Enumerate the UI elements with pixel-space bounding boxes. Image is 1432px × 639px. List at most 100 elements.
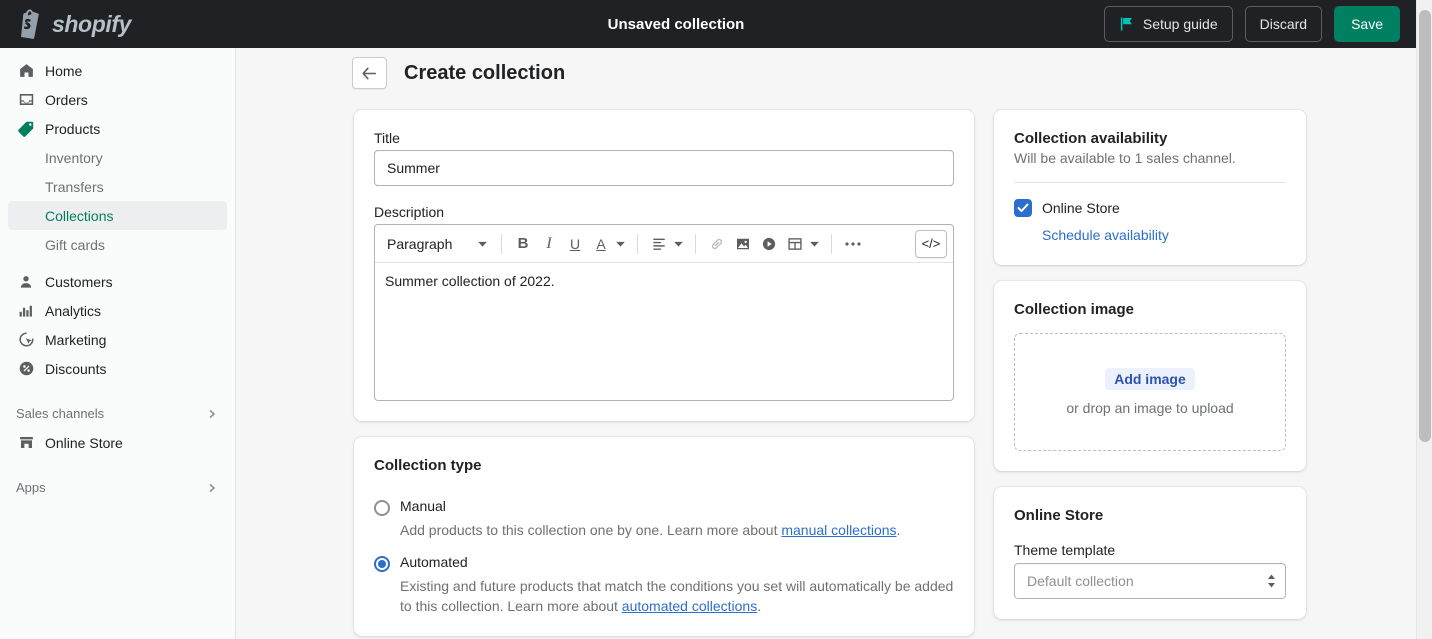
manual-label: Manual [400,498,446,514]
sidebar-sub-label: Gift cards [45,236,105,253]
sidebar-item-marketing[interactable]: Marketing [8,325,227,354]
italic-button[interactable]: I [536,230,562,258]
back-button[interactable] [352,57,387,89]
sidebar-item-online-store[interactable]: Online Store [8,428,227,457]
shopify-logo[interactable]: shopify [0,0,236,48]
manual-help-text: Add products to this collection one by o… [400,520,954,540]
automated-collections-link[interactable]: automated collections [622,598,757,614]
discard-label: Discard [1259,16,1308,32]
description-rich-text-editor: Paragraph B I U A </> Summer collection … [374,224,954,401]
sidebar-section-apps[interactable]: Apps [8,473,227,502]
paragraph-style-select[interactable]: Paragraph [383,230,493,258]
insert-video-button[interactable] [756,230,782,258]
online-store-checkbox[interactable] [1014,199,1032,217]
availability-divider [1014,182,1286,183]
sidebar-item-inventory[interactable]: Inventory [8,143,227,172]
page-title: Create collection [404,61,566,84]
apps-label: Apps [16,480,46,495]
text-color-glyph: A [596,235,606,252]
more-options-button[interactable] [840,230,866,258]
discounts-icon [16,359,36,379]
show-html-button[interactable]: </> [915,229,947,258]
checkmark-icon [1017,203,1029,212]
chevron-down-icon [616,241,625,247]
underline-glyph: U [569,235,581,252]
manual-radio[interactable] [374,500,390,516]
table-icon [788,237,802,250]
automated-radio[interactable] [374,556,390,572]
setup-guide-label: Setup guide [1142,16,1218,32]
sidebar-item-products[interactable]: Products [8,114,227,143]
link-icon [711,238,723,249]
page-vertical-scrollbar[interactable] [1416,0,1432,639]
page-scrollbar-thumb[interactable] [1419,10,1431,442]
sidebar-item-collections[interactable]: Collections [8,201,227,230]
online-store-channel-row[interactable]: Online Store [1014,199,1286,217]
manual-collections-link[interactable]: manual collections [781,522,896,538]
collection-details-card: Title Description Paragraph B [354,110,974,421]
manual-help-before: Add products to this collection one by o… [400,522,782,538]
two-column-layout: Title Description Paragraph B [236,98,1416,639]
flag-icon [1120,17,1132,31]
insert-image-button[interactable] [730,230,756,258]
table-group[interactable] [782,230,823,258]
automated-help-text: Existing and future products that match … [400,576,954,616]
chevron-down-icon [810,241,819,247]
top-bar-actions: Setup guide Discard Save [1103,6,1400,42]
storefront-icon [16,433,36,453]
sidebar-item-gift-cards[interactable]: Gift cards [8,230,227,259]
description-editor-body[interactable]: Summer collection of 2022. [375,263,953,400]
drop-hint-text: or drop an image to upload [1066,400,1234,416]
sidebar-item-discounts[interactable]: Discounts [8,354,227,383]
image-dropzone[interactable]: Add image or drop an image to upload [1014,333,1286,451]
sidebar-item-label: Discounts [45,360,107,377]
select-arrows-icon [1268,574,1275,588]
link-button[interactable] [704,230,730,258]
sidebar-item-transfers[interactable]: Transfers [8,172,227,201]
page-header: Create collection [236,48,1416,98]
italic-glyph: I [546,234,552,252]
availability-subtext: Will be available to 1 sales channel. [1014,150,1236,166]
code-glyph: </> [921,236,941,251]
sidebar-item-home[interactable]: Home [8,56,227,85]
sidebar-item-analytics[interactable]: Analytics [8,296,227,325]
save-button[interactable]: Save [1334,6,1400,42]
text-color-group[interactable]: A [588,230,629,258]
sidebar-item-customers[interactable]: Customers [8,267,227,296]
text-color-button[interactable]: A [588,230,614,258]
collection-image-heading: Collection image [1014,301,1135,318]
sidebar-section-sales-channels[interactable]: Sales channels [8,399,227,428]
title-input[interactable] [374,150,954,186]
schedule-availability-link[interactable]: Schedule availability [1042,227,1169,243]
theme-template-select[interactable]: Default collection [1014,563,1286,599]
sidebar-item-label: Home [45,62,83,79]
align-left-icon [652,238,665,250]
align-group[interactable] [646,230,687,258]
sidebar-item-label: Products [45,120,101,137]
chevron-right-icon [209,409,216,418]
image-icon [737,238,749,249]
collection-type-option-automated[interactable]: Automated [374,554,954,572]
toolbar-divider [637,233,638,254]
description-label: Description [374,204,445,220]
toolbar-divider [695,233,696,254]
setup-guide-button[interactable]: Setup guide [1103,6,1233,42]
insert-table-button[interactable] [782,230,808,258]
collection-type-card: Collection type Manual Add products to t… [354,437,974,636]
underline-button[interactable]: U [562,230,588,258]
align-button[interactable] [646,230,672,258]
collection-availability-card: Collection availability Will be availabl… [994,110,1306,265]
automated-label: Automated [400,554,468,570]
bold-button[interactable]: B [510,230,536,258]
discard-button[interactable]: Discard [1244,6,1323,42]
paragraph-style-value: Paragraph [387,235,453,252]
collection-type-option-manual[interactable]: Manual [374,498,954,516]
add-image-button[interactable]: Add image [1105,368,1195,390]
sidebar-item-orders[interactable]: Orders [8,85,227,114]
theme-template-value: Default collection [1027,573,1134,589]
